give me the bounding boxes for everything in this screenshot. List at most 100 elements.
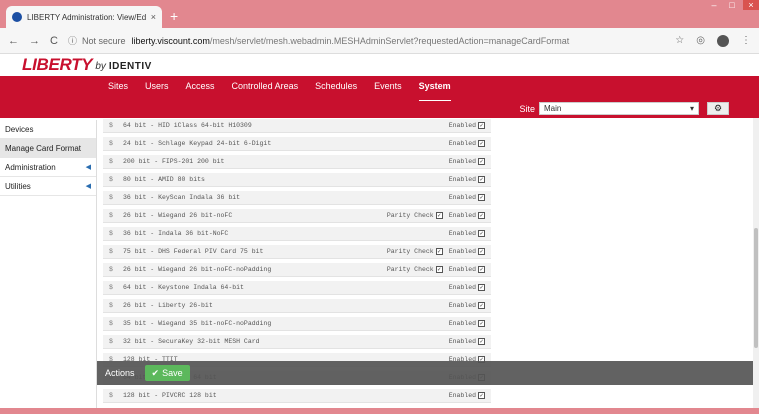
site-selector: Site Main ▾ ⚙ [519,102,729,115]
minimize-icon[interactable]: – [707,0,721,10]
format-description: 26 bit - Wiegand 26 bit-noFC [123,212,233,219]
browser-toolbar-right: ☆ ◎ ⋮ [675,34,751,47]
enabled-checkbox[interactable]: ✓ [478,338,485,345]
window-controls: – □ × [703,0,759,10]
url-field[interactable]: ⓘ Not secure liberty.viscount.com /mesh/… [68,32,675,50]
parity-checkbox[interactable]: ✓ [435,248,443,255]
main-nav-bar: Sites Users Access Controlled Areas Sche… [0,76,759,118]
enabled-checkbox[interactable]: ✓ [478,230,485,237]
nav-users[interactable]: Users [145,81,169,101]
browser-tab[interactable]: LIBERTY Administration: View/Ed × [6,6,162,28]
sidebar-item-manage-card-format[interactable]: Manage Card Format [0,139,96,158]
save-button[interactable]: ✔ Save [144,365,190,381]
enabled-option: Enabled✓ [449,284,485,291]
enabled-label: Enabled [448,230,476,237]
enabled-checkbox[interactable]: ✓ [478,320,485,327]
extension-icon[interactable]: ◎ [696,35,705,46]
sidebar-item-administration[interactable]: Administration ◀ [0,158,96,177]
not-secure-label: Not secure [81,35,126,46]
nav-access[interactable]: Access [186,81,215,101]
enabled-checkbox[interactable]: ✓ [478,176,485,183]
chevron-left-icon: ◀ [85,164,91,171]
format-description: 36 bit - KeyScan Indala 36 bit [123,194,241,201]
enabled-checkbox[interactable]: ✓ [478,302,485,309]
enabled-option: Enabled✓ [449,392,485,399]
site-label: Site [519,103,535,114]
enabled-option: Enabled✓ [449,320,485,327]
enabled-option: Enabled✓ [449,158,485,165]
enabled-option: Enabled✓ [449,338,485,345]
parity-check-option: Parity Check ✓ [387,248,443,255]
price-cell: $ [109,230,113,237]
table-row: $26 bit - Wiegand 26 bit-noFC Parity Chec… [103,209,491,223]
maximize-icon[interactable]: □ [725,0,739,10]
enabled-checkbox[interactable]: ✓ [478,140,485,147]
table-row: $64 bit - Keystone Indala 64-bit Enabled ✓ [103,281,491,295]
enabled-checkbox[interactable]: ✓ [478,248,485,255]
sidebar-item-utilities[interactable]: Utilities ◀ [0,177,96,196]
enabled-option: Enabled✓ [449,140,485,147]
enabled-checkbox[interactable]: ✓ [478,122,485,129]
enabled-checkbox[interactable]: ✓ [478,158,485,165]
enabled-label: Enabled [448,392,476,399]
enabled-checkbox[interactable]: ✓ [478,266,485,273]
enabled-label: Enabled [448,176,476,183]
menu-icon[interactable]: ⋮ [741,35,751,46]
parity-check-label: Parity Check [386,212,434,219]
sidebar-item-devices[interactable]: Devices [0,120,96,139]
parity-checkbox[interactable]: ✓ [435,266,443,273]
chevron-left-icon: ◀ [85,183,91,190]
nav-schedules[interactable]: Schedules [315,81,357,101]
close-window-icon[interactable]: × [743,0,759,10]
enabled-checkbox[interactable]: ✓ [478,284,485,291]
sidebar: Devices Manage Card Format Administratio… [0,120,97,414]
star-icon[interactable]: ☆ [675,35,684,46]
nav-events[interactable]: Events [374,81,402,101]
chevron-down-icon: ▾ [689,104,694,113]
scrollbar-thumb[interactable] [754,228,758,348]
enabled-option: Enabled✓ [449,122,485,129]
format-description: 64 bit - HID iClass 64-bit H10309 [123,122,252,129]
enabled-label: Enabled [448,320,476,327]
table-row: $36 bit - KeyScan Indala 36 bit Enabled ✓ [103,191,491,205]
table-row: $128 bit - PIVCRC 128 bit Enabled ✓ [103,389,491,403]
parity-check-option: Parity Check ✓ [387,266,443,273]
parity-check-option: Parity Check ✓ [387,212,443,219]
format-description: 80 bit - AMID 80 bits [123,176,205,183]
enabled-label: Enabled [448,158,476,165]
price-cell: $ [109,194,113,201]
format-description: 26 bit - Wiegand 26 bit-noFC-noPadding [123,266,272,273]
enabled-label: Enabled [448,212,476,219]
site-dropdown[interactable]: Main ▾ [539,102,699,115]
nav-sites[interactable]: Sites [108,81,128,101]
window-bottom-border [0,408,759,414]
info-icon[interactable]: ⓘ [68,34,77,47]
nav-system[interactable]: System [418,81,451,101]
avatar[interactable] [717,34,729,47]
reload-icon[interactable]: C [50,35,58,47]
browser-tab-bar: LIBERTY Administration: View/Ed × + – □ … [0,0,759,28]
save-label: Save [162,368,183,378]
sidebar-item-label: Devices [5,124,34,134]
new-tab-button[interactable]: + [170,8,178,24]
back-icon[interactable]: ← [8,35,19,47]
site-settings-button[interactable]: ⚙ [707,102,729,115]
enabled-label: Enabled [448,248,476,255]
table-row: $26 bit - Wiegand 26 bit-noFC-noPadding P… [103,263,491,277]
tab-close-icon[interactable]: × [151,12,156,22]
price-cell: $ [109,176,113,183]
brand-logo[interactable]: LIBERTY [22,55,93,75]
format-description: 24 bit - Schlage Keypad 24-bit 6-Digit [123,140,272,147]
forward-icon[interactable]: → [29,35,40,47]
enabled-checkbox[interactable]: ✓ [478,212,485,219]
enabled-label: Enabled [448,122,476,129]
nav-controlled-areas[interactable]: Controlled Areas [232,81,299,101]
enabled-option: Enabled✓ [449,176,485,183]
enabled-checkbox[interactable]: ✓ [478,392,485,399]
enabled-option: Enabled✓ [449,302,485,309]
enabled-checkbox[interactable]: ✓ [478,194,485,201]
table-row: $80 bit - AMID 80 bits Enabled ✓ [103,173,491,187]
scrollbar[interactable] [753,118,759,414]
parity-checkbox[interactable]: ✓ [435,212,443,219]
enabled-label: Enabled [448,194,476,201]
